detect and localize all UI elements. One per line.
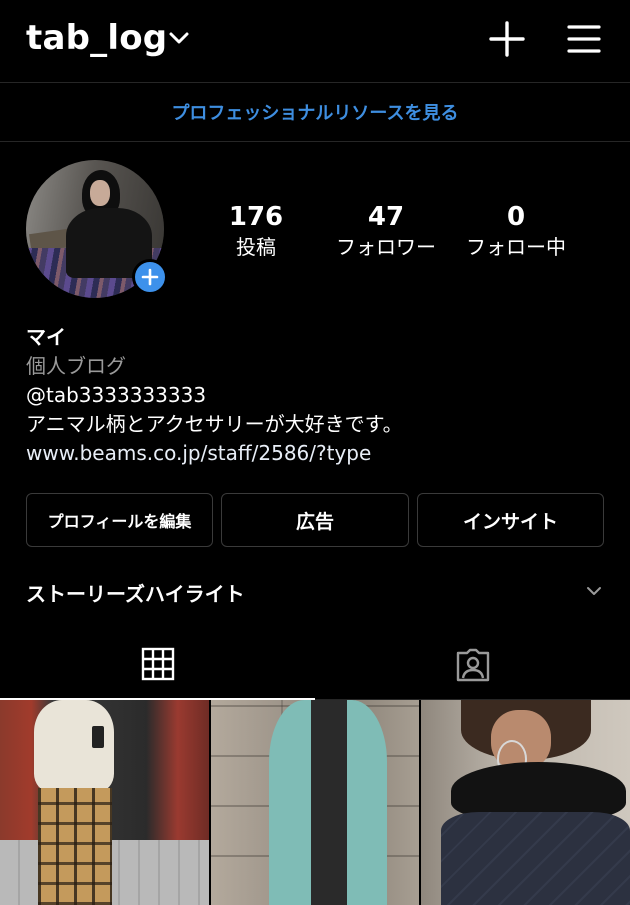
- grid-post-1[interactable]: [0, 700, 209, 905]
- professional-resources-link[interactable]: プロフェッショナルリソースを見る: [0, 83, 630, 141]
- following-count: 0: [506, 202, 526, 232]
- posts-label: 投稿: [236, 235, 276, 259]
- profile-website-link[interactable]: www.beams.co.jp/staff/2586/?type: [26, 439, 606, 468]
- post-1-phone: [92, 726, 104, 748]
- post-2-inner: [311, 700, 347, 905]
- profile-name: マイ: [26, 325, 66, 349]
- tab-grid[interactable]: [0, 630, 315, 700]
- add-story-button[interactable]: [132, 259, 168, 295]
- stat-followers[interactable]: 47 フォロワー: [326, 200, 446, 260]
- ads-button[interactable]: 広告: [221, 493, 409, 547]
- grid-icon: [141, 647, 174, 681]
- hamburger-menu-icon[interactable]: [566, 22, 602, 56]
- avatar-face: [90, 180, 110, 206]
- chevron-down-icon[interactable]: [168, 30, 190, 46]
- username-title[interactable]: tab_log: [26, 18, 167, 58]
- following-label: フォロー中: [466, 235, 566, 259]
- chevron-down-icon[interactable]: [585, 584, 603, 598]
- profile-bio: マイ 個人ブログ @tab3333333333 アニマル柄とアクセサリーが大好き…: [26, 322, 606, 468]
- profile-handle[interactable]: @tab3333333333: [26, 381, 606, 410]
- grid-post-2[interactable]: [211, 700, 419, 905]
- edit-profile-button[interactable]: プロフィールを編集: [26, 493, 213, 547]
- profile-bio-text: アニマル柄とアクセサリーが大好きです。: [26, 412, 403, 436]
- post-3-jacket: [441, 812, 630, 905]
- plus-circle-icon: [141, 268, 159, 286]
- insights-button[interactable]: インサイト: [417, 493, 604, 547]
- posts-count: 176: [228, 202, 284, 232]
- grid-post-3[interactable]: [421, 700, 630, 905]
- top-bar: tab_log: [0, 0, 630, 82]
- tab-tagged[interactable]: [315, 630, 630, 700]
- post-1-skirt: [38, 788, 112, 905]
- plus-icon[interactable]: [488, 20, 526, 58]
- tagged-person-icon: [456, 648, 489, 681]
- followers-label: フォロワー: [336, 235, 436, 259]
- pro-link-divider: [0, 141, 630, 142]
- stat-posts[interactable]: 176 投稿: [216, 200, 296, 260]
- followers-count: 47: [367, 202, 405, 232]
- stat-following[interactable]: 0 フォロー中: [458, 200, 574, 260]
- profile-category: 個人ブログ: [26, 354, 126, 378]
- story-highlights-toggle[interactable]: ストーリーズハイライト: [26, 578, 245, 607]
